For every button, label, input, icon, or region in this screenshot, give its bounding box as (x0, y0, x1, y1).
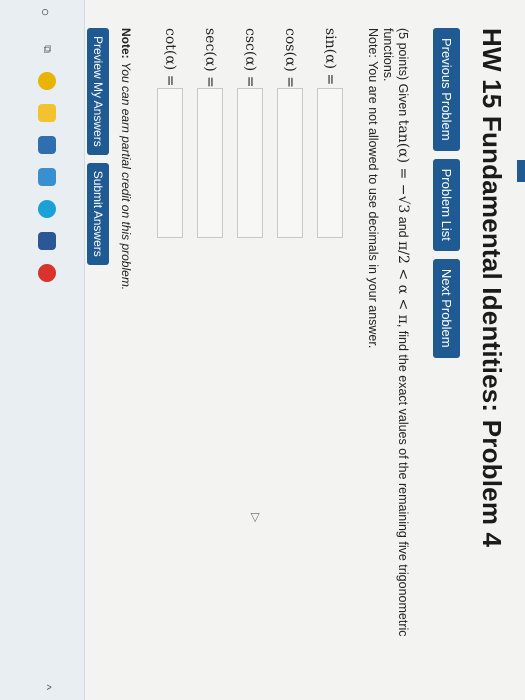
problem-page: HW 15 Fundamental Identities: Problem 4 … (85, 18, 525, 678)
cot-label: cot(α) = (162, 28, 178, 87)
and-text: and (396, 216, 410, 238)
submit-answers-button[interactable]: Submit Answers (87, 162, 109, 265)
given-tan: tan(α) = −√3 (395, 119, 411, 214)
cos-input[interactable] (277, 88, 303, 238)
note-text: You can earn partial credit on this prob… (119, 62, 133, 291)
cos-label: cos(α) = (282, 28, 298, 89)
page-title: HW 15 Fundamental Identities: Problem 4 (477, 28, 507, 548)
taskbar-icons: ⧉ (38, 40, 56, 282)
store-icon[interactable] (38, 136, 56, 154)
chrome-icon[interactable] (38, 72, 56, 90)
problem-text: (5 points) Given tan(α) = −√3 and π/2 < … (380, 28, 411, 668)
photos-icon[interactable] (38, 168, 56, 186)
word-icon[interactable] (38, 232, 56, 250)
sin-label: sin(α) = (322, 28, 338, 86)
partial-credit-note: Note: You can earn partial credit on thi… (119, 28, 133, 290)
answer-row-csc: csc(α) = (230, 28, 270, 238)
previous-problem-button[interactable]: Previous Problem (433, 28, 460, 151)
preview-answers-button[interactable]: Preview My Answers (87, 28, 109, 155)
answer-row-cos: cos(α) = (270, 28, 310, 238)
problem-points: (5 points) Given (396, 28, 410, 117)
problem-statement: (5 points) Given tan(α) = −√3 and π/2 < … (365, 28, 411, 668)
answer-rows: sin(α) = cos(α) = csc(α) = sec(α) = cot(… (150, 28, 350, 238)
chevron-up-icon[interactable]: ^ (40, 684, 54, 690)
file-explorer-icon[interactable] (38, 104, 56, 122)
sin-input[interactable] (317, 88, 343, 238)
search-icon[interactable]: ○ (38, 8, 54, 16)
edge-icon[interactable] (38, 200, 56, 218)
decimal-note: Note: You are not allowed to use decimal… (366, 28, 380, 349)
taskbar: ○ ⧉ ^ (0, 0, 85, 700)
answer-actions: Preview My Answers Submit Answers (87, 28, 109, 265)
next-problem-button[interactable]: Next Problem (433, 258, 460, 358)
task-view-icon[interactable]: ⧉ (38, 40, 56, 58)
answer-row-sin: sin(α) = (310, 28, 350, 238)
answer-row-cot: cot(α) = (150, 28, 190, 238)
problem-nav: Previous Problem Problem List Next Probl… (433, 28, 460, 358)
sec-input[interactable] (197, 88, 223, 238)
chrome-icon-2[interactable] (38, 264, 56, 282)
csc-label: csc(α) = (242, 28, 258, 88)
interval: π/2 < α < π (395, 241, 411, 324)
csc-input[interactable] (237, 88, 263, 238)
sec-label: sec(α) = (202, 28, 218, 88)
screen: HW 15 Fundamental Identities: Problem 4 … (0, 0, 525, 700)
note-label: Note: (119, 28, 133, 59)
cot-input[interactable] (157, 88, 183, 238)
problem-list-button[interactable]: Problem List (433, 158, 460, 251)
answer-row-sec: sec(α) = (190, 28, 230, 238)
mouse-cursor-icon: ▷ (249, 513, 263, 523)
